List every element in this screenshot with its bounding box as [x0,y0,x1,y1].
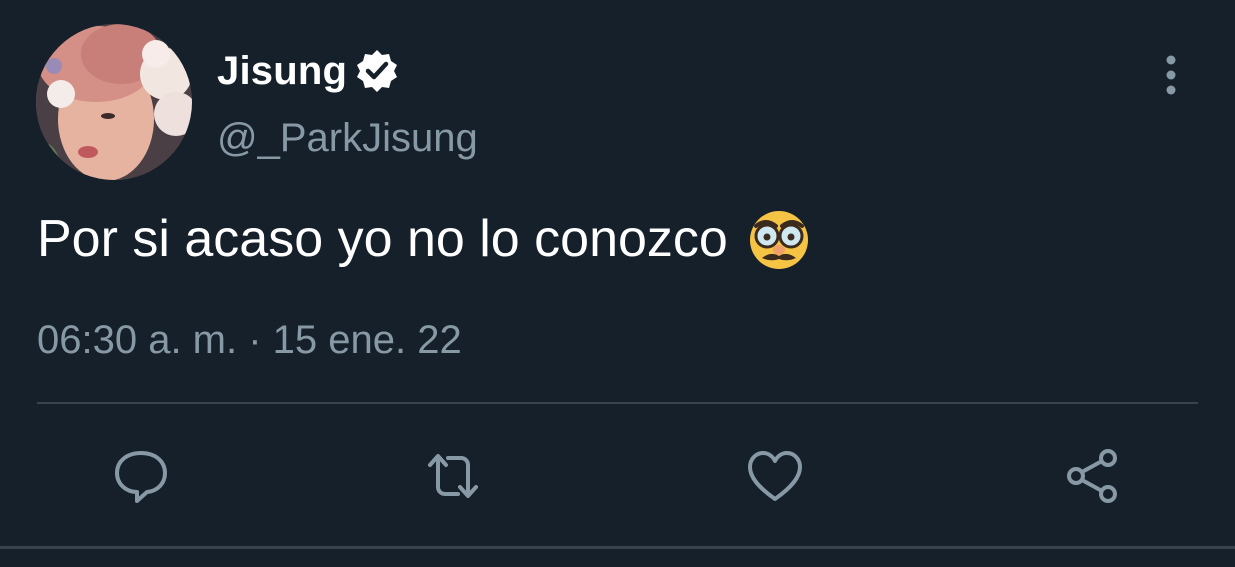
tweet-timestamp[interactable]: 06:30 a. m. · 15 ene. 22 [37,318,462,363]
display-name[interactable]: Jisung [217,49,347,94]
tweet-text: Por si acaso yo no lo conozco [37,206,812,272]
tweet-text-content: Por si acaso yo no lo conozco [37,210,728,268]
disguised-face-emoji [749,211,808,269]
tweet-detail: Jisung @_ParkJisung Por si acaso yo no l… [0,0,1235,567]
user-handle[interactable]: @_ParkJisung [217,116,478,161]
bottom-divider [0,546,1235,549]
vertical-ellipsis-icon[interactable] [1150,52,1192,98]
avatar[interactable] [36,24,192,180]
share-icon[interactable] [1063,447,1121,505]
reply-icon[interactable] [112,447,170,505]
divider [37,402,1198,404]
display-name-row: Jisung [217,46,401,96]
heart-icon[interactable] [746,447,804,505]
retweet-icon[interactable] [424,447,482,505]
verified-badge-icon [357,50,398,92]
